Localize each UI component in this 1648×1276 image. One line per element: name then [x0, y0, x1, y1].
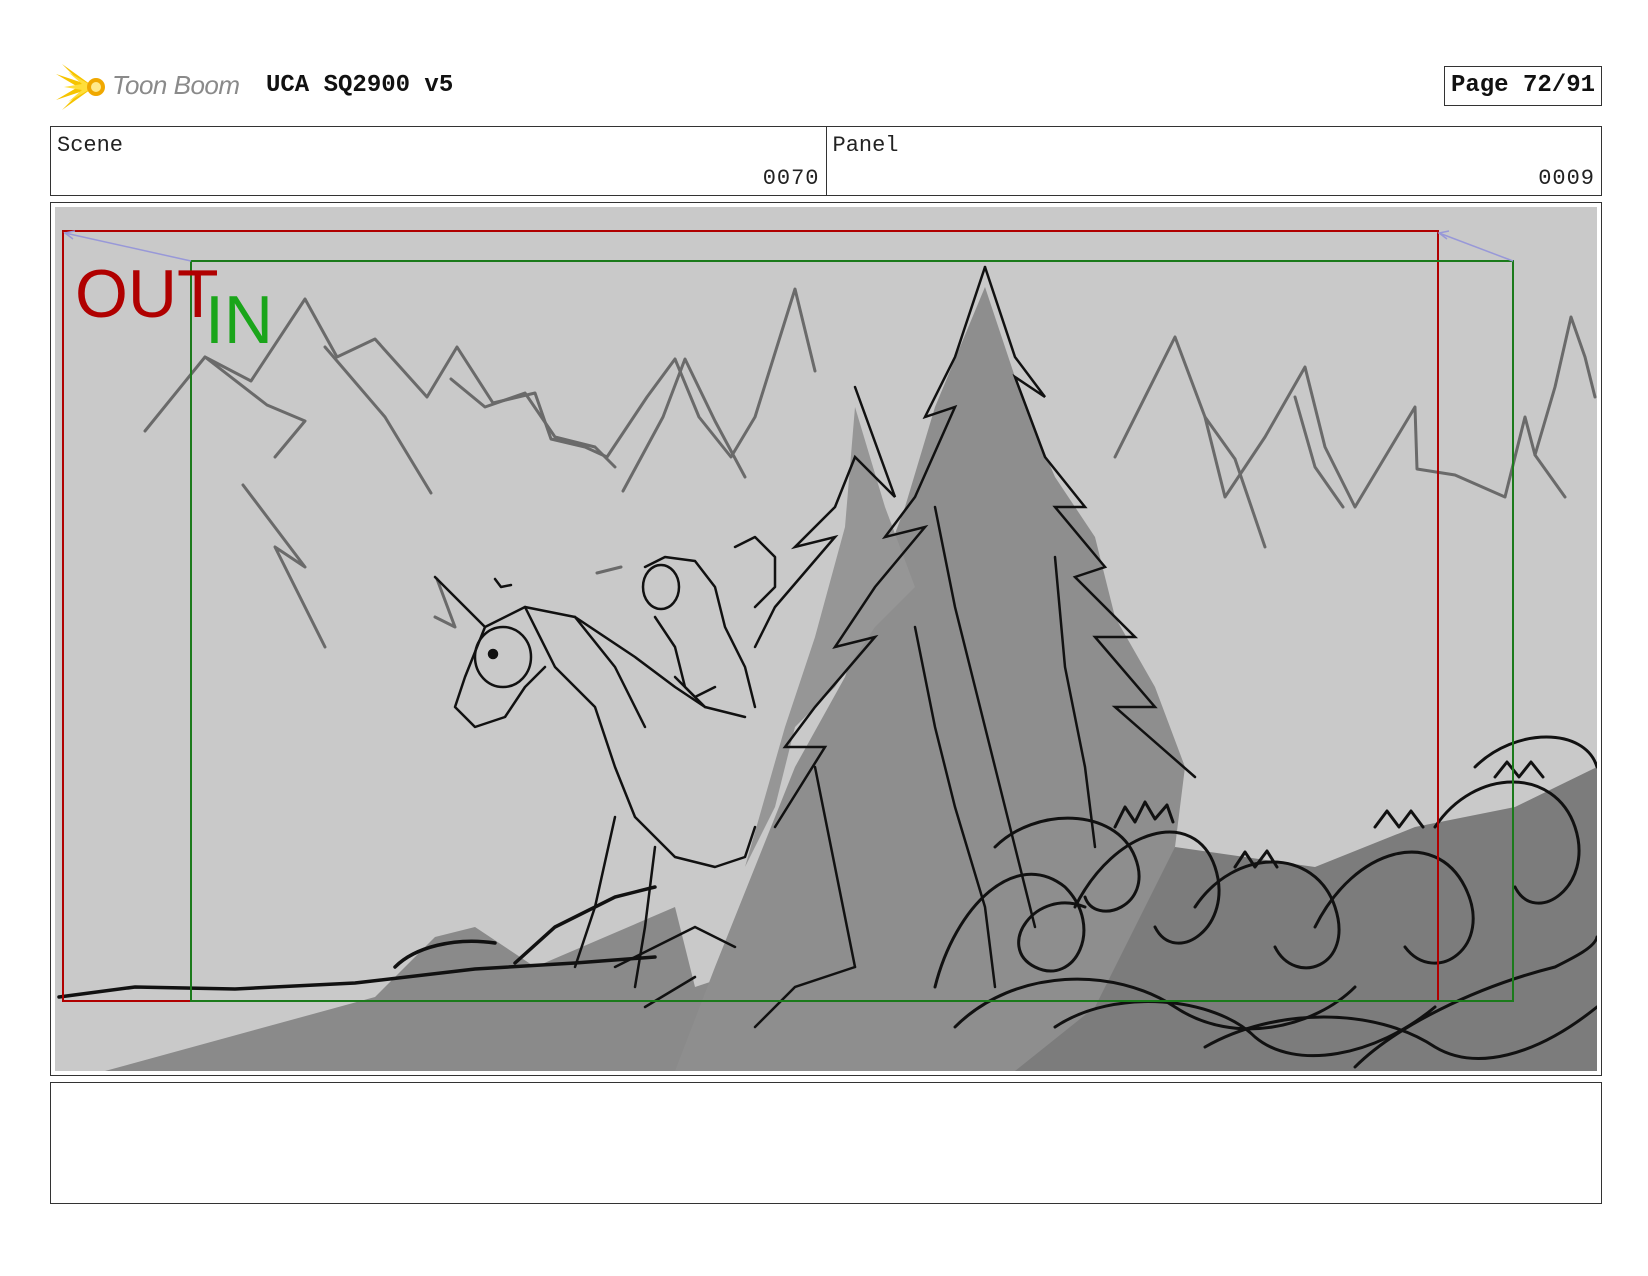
starburst-icon	[56, 64, 105, 110]
scene-label: Scene	[57, 133, 124, 158]
document-title: UCA SQ2900 v5	[266, 72, 454, 99]
panel-sketch: OUT IN	[55, 207, 1597, 1071]
page-header: Toon Boom UCA SQ2900 v5 Page 72/91	[50, 58, 1602, 114]
panel-number: 0009	[1538, 166, 1595, 191]
scene-number: 0070	[762, 166, 820, 191]
scene-cell: Scene 0070	[51, 127, 826, 195]
storyboard-panel: OUT IN	[50, 202, 1602, 1076]
out-label: OUT	[75, 256, 219, 332]
in-label: IN	[205, 282, 273, 358]
toon-boom-logo: Toon Boom	[54, 60, 264, 114]
panel-cell: Panel 0009	[825, 127, 1602, 195]
logo-text: Toon Boom	[112, 70, 240, 100]
notes-box	[50, 1082, 1602, 1204]
page-number: Page 72/91	[1443, 66, 1602, 106]
panel-label: Panel	[832, 133, 899, 158]
scene-panel-row: Scene 0070 Panel 0009	[50, 126, 1602, 196]
